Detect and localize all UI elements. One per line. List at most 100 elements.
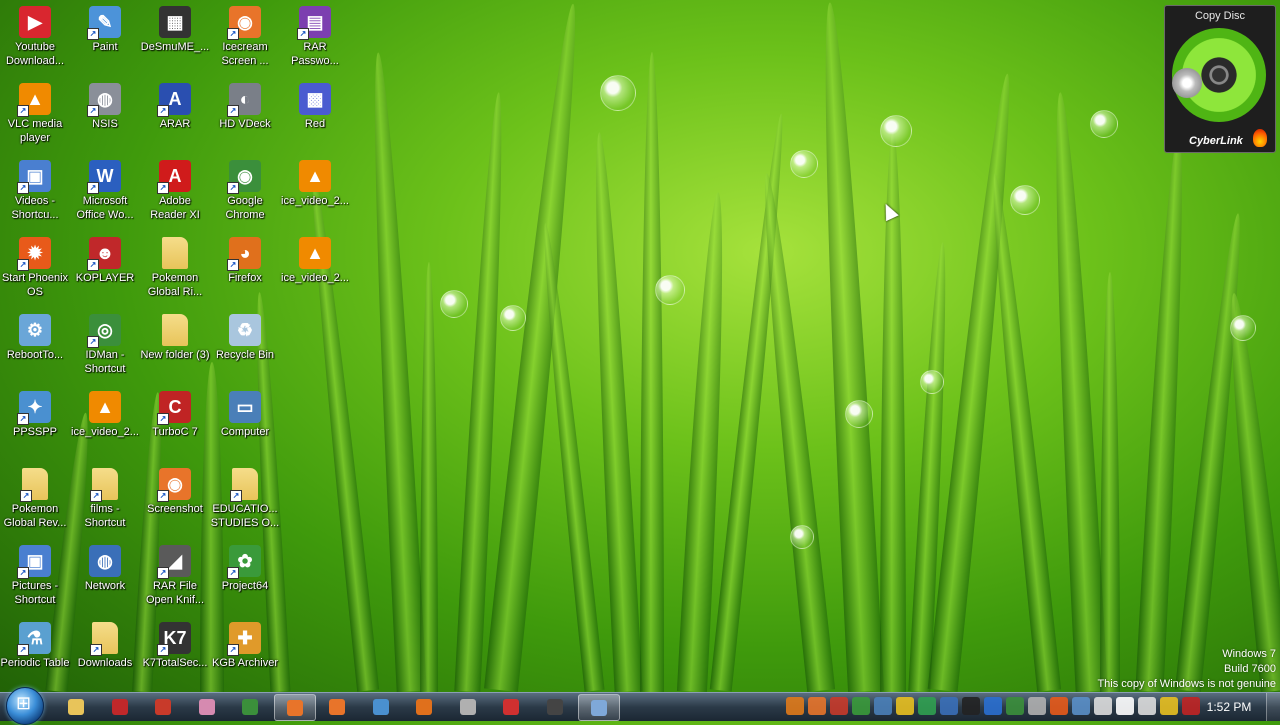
- media-task-icon: [503, 698, 519, 715]
- window-task-icon: [591, 699, 607, 716]
- word-icon: W ↗: [87, 160, 121, 194]
- desktop-icon[interactable]: ◉ ↗ Screenshot: [140, 462, 210, 516]
- grass-blade: [420, 262, 438, 692]
- desktop-icon[interactable]: ▲ ↗ VLC media player: [0, 77, 70, 145]
- desktop-icon[interactable]: ▭ Computer: [210, 385, 280, 439]
- desktop-icon[interactable]: ☻ ↗ KOPLAYER: [70, 231, 140, 285]
- shortcut-arrow-icon: ↗: [157, 490, 169, 502]
- desktop-icon[interactable]: ✹ ↗ Start Phoenix OS: [0, 231, 70, 299]
- taskbar-button[interactable]: [143, 694, 183, 719]
- desktop-icon[interactable]: ◉ ↗ Icecream Screen ...: [210, 0, 280, 68]
- clock[interactable]: 1:52 PM: [1200, 700, 1258, 714]
- desktop-icon-label: TurboC 7: [152, 426, 198, 438]
- desktop-icon[interactable]: ◍ ↗ NSIS: [70, 77, 140, 131]
- desktop-icon[interactable]: ♻ Recycle Bin: [210, 308, 280, 362]
- disc-eject-icon: [1172, 68, 1202, 98]
- tray-m-icon[interactable]: [962, 697, 980, 715]
- desktop-icon[interactable]: ⚙ RebootTo...: [0, 308, 70, 362]
- tray-flame-icon[interactable]: [1050, 697, 1068, 715]
- tray-green-icon[interactable]: [852, 697, 870, 715]
- taskbar-button[interactable]: [448, 694, 488, 719]
- shortcut-arrow-icon: ↗: [87, 336, 99, 348]
- vlc-file-icon: ▲: [299, 160, 331, 192]
- desktop-icon-label: EDUCATIO... STUDIES O...: [210, 503, 280, 529]
- desktop-icon[interactable]: ▦ DeSmuME_...: [140, 0, 210, 54]
- desktop-icon-label: K7TotalSec...: [142, 657, 208, 669]
- desktop-icon[interactable]: ✿ ↗ Project64: [210, 539, 280, 593]
- tray-network-icon[interactable]: [1072, 697, 1090, 715]
- desktop-icon[interactable]: ✚ ↗ KGB Archiver: [210, 616, 280, 670]
- shortcut-arrow-icon: ↗: [87, 105, 99, 117]
- tray-grid-icon[interactable]: [1094, 697, 1112, 715]
- desktop-icon[interactable]: ◎ ↗ IDMan - Shortcut: [70, 308, 140, 376]
- desktop-icon[interactable]: ▩ Red: [280, 77, 350, 131]
- tray-volume-icon[interactable]: [1138, 697, 1156, 715]
- tray-flag-icon[interactable]: [1116, 697, 1134, 715]
- disc-task-icon: [459, 698, 476, 715]
- nsis-icon: ◍ ↗: [87, 83, 121, 117]
- desktop-icon[interactable]: W ↗ Microsoft Office Wo...: [70, 154, 140, 222]
- start-button[interactable]: [6, 687, 44, 725]
- desktop-icon[interactable]: ▲ ice_video_2...: [70, 385, 140, 439]
- desktop-icon[interactable]: ◢ ↗ RAR File Open Knif...: [140, 539, 210, 607]
- taskbar-button[interactable]: [535, 694, 575, 719]
- show-desktop-button[interactable]: [1266, 693, 1280, 721]
- desktop-icon[interactable]: C ↗ TurboC 7: [140, 385, 210, 439]
- taskbar-button[interactable]: [100, 694, 140, 719]
- taskbar-button[interactable]: [187, 694, 227, 719]
- taskbar-button[interactable]: [273, 694, 316, 721]
- desktop-icon[interactable]: ◍ Network: [70, 539, 140, 593]
- taskbar-button[interactable]: [361, 694, 401, 719]
- desktop-icon[interactable]: A ↗ Adobe Reader XI: [140, 154, 210, 222]
- tray-k7-icon[interactable]: [1182, 697, 1200, 715]
- desktop-icon[interactable]: K7 ↗ K7TotalSec...: [140, 616, 210, 670]
- tray-monitor-icon[interactable]: [874, 697, 892, 715]
- tray-arrows-icon[interactable]: [786, 697, 804, 715]
- disc-icon[interactable]: [1172, 28, 1266, 122]
- copy-disc-gadget[interactable]: Copy Disc CyberLink: [1164, 5, 1276, 153]
- desktop-icon[interactable]: ✦ ↗ PPSSPP: [0, 385, 70, 439]
- desktop-icon[interactable]: ◕ ↗ Firefox: [210, 231, 280, 285]
- rar-password-icon: ▤ ↗: [297, 6, 331, 40]
- desktop-icon[interactable]: ↗ films - Shortcut: [70, 462, 140, 530]
- turboc-icon: C ↗: [157, 391, 191, 425]
- desktop-icon[interactable]: ▤ ↗ RAR Passwo...: [280, 0, 350, 68]
- desktop-icon[interactable]: A ↗ ARAR: [140, 77, 210, 131]
- desktop-icon[interactable]: ▲ ice_video_2...: [280, 154, 350, 208]
- tray-disc-icon[interactable]: [1028, 697, 1046, 715]
- desktop-icon[interactable]: ↗ EDUCATIO... STUDIES O...: [210, 462, 280, 530]
- desktop-icon-label: New folder (3): [140, 349, 210, 361]
- taskbar-button[interactable]: [230, 694, 270, 719]
- desktop-icon-label: Pictures - Shortcut: [11, 580, 59, 606]
- taskbar-button[interactable]: [491, 694, 531, 719]
- water-drop: [790, 150, 818, 178]
- tray-dots-icon[interactable]: [940, 697, 958, 715]
- desktop-icon[interactable]: ⚗ ↗ Periodic Table: [0, 616, 70, 670]
- desktop-icon[interactable]: Pokemon Global Ri...: [140, 231, 210, 299]
- grass-blade: [1044, 91, 1108, 692]
- desktop-icon[interactable]: ▶ Youtube Download...: [0, 0, 70, 68]
- desktop-icon[interactable]: ▲ ice_video_2...: [280, 231, 350, 285]
- desktop-icon[interactable]: ◉ ↗ Google Chrome: [210, 154, 280, 222]
- tray-warning-icon[interactable]: [896, 697, 914, 715]
- desktop-icon[interactable]: ▣ ↗ Pictures - Shortcut: [0, 539, 70, 607]
- taskbar-button[interactable]: [317, 694, 357, 719]
- taskbar-button[interactable]: [404, 694, 444, 719]
- tray-app-icon[interactable]: [830, 697, 848, 715]
- taskbar-button[interactable]: [56, 694, 96, 719]
- tray-refresh-icon[interactable]: [918, 697, 936, 715]
- taskbar-button[interactable]: [578, 694, 620, 721]
- firefox-task-icon: [416, 698, 432, 715]
- desktop-icon[interactable]: ✎ ↗ Paint: [70, 0, 140, 54]
- desktop-icon[interactable]: ↗ Pokemon Global Rev...: [0, 462, 70, 530]
- desktop-icon[interactable]: ◐ ↗ HD VDeck: [210, 77, 280, 131]
- desktop-icon[interactable]: ↗ Downloads: [70, 616, 140, 670]
- desktop-icon[interactable]: ▣ ↗ Videos - Shortcu...: [0, 154, 70, 222]
- desktop-icon[interactable]: New folder (3): [140, 308, 210, 362]
- tray-charge-icon[interactable]: [1160, 697, 1178, 715]
- tray-chrome-icon[interactable]: [1006, 697, 1024, 715]
- tray-bluetooth-icon[interactable]: [984, 697, 1002, 715]
- tray-icecream-icon[interactable]: [808, 697, 826, 715]
- grass-blade: [363, 51, 427, 692]
- shortcut-arrow-icon: ↗: [87, 259, 99, 271]
